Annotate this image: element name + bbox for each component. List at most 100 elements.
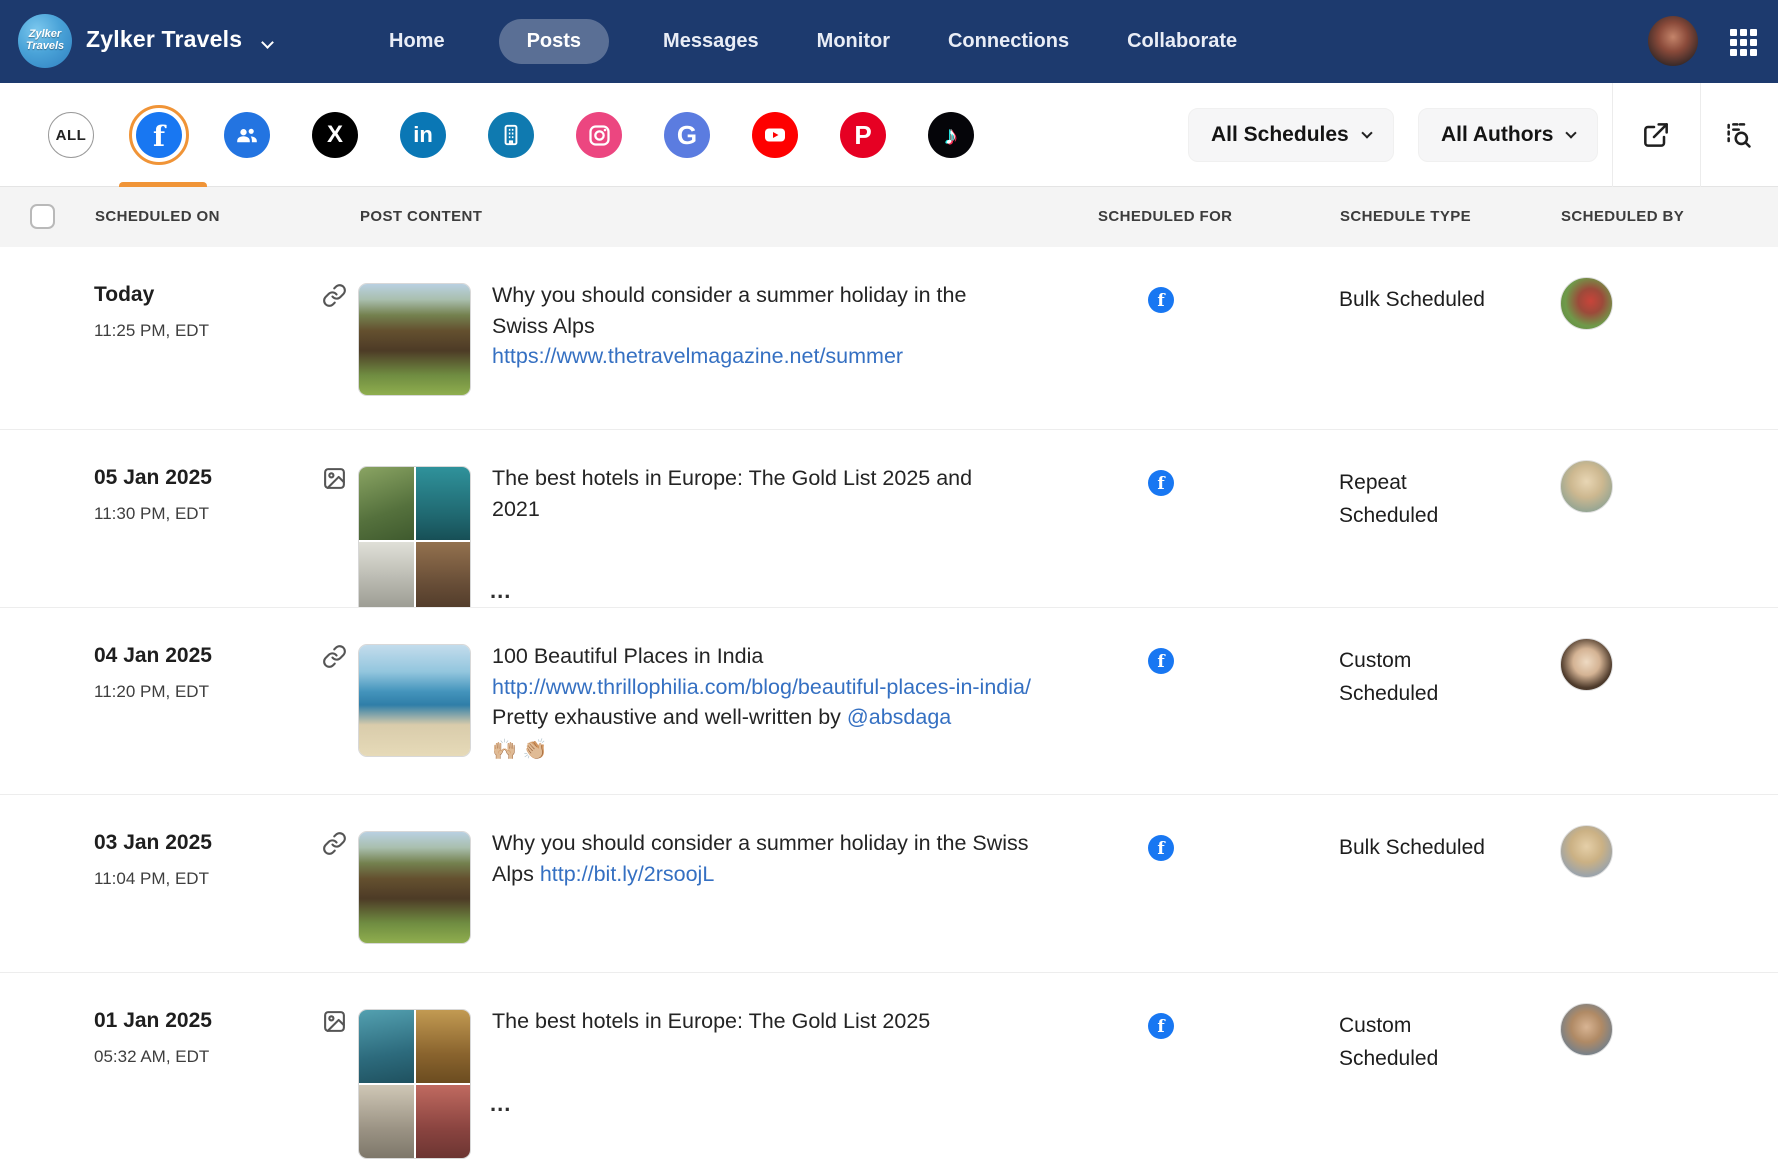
divider bbox=[1612, 83, 1613, 187]
main-nav: Home Posts Messages Monitor Connections … bbox=[385, 0, 1241, 83]
col-post-content: POST CONTENT bbox=[360, 208, 482, 225]
post-content[interactable]: Why you should consider a summer holiday… bbox=[492, 828, 1057, 889]
post-link[interactable]: http://bit.ly/2rsoojL bbox=[540, 862, 714, 886]
list-search-icon bbox=[1722, 119, 1754, 151]
nav-item-connections[interactable]: Connections bbox=[944, 19, 1073, 64]
table-row[interactable]: 03 Jan 2025 11:04 PM, EDT Why you should… bbox=[0, 794, 1778, 972]
google-business-icon[interactable]: G bbox=[664, 112, 710, 158]
post-thumbnail-collage[interactable] bbox=[358, 1009, 471, 1159]
select-all-checkbox[interactable] bbox=[30, 204, 55, 229]
brand-logo[interactable]: Zylker Travels bbox=[18, 14, 72, 68]
post-content[interactable]: The best hotels in Europe: The Gold List… bbox=[492, 463, 1012, 524]
user-avatar[interactable] bbox=[1648, 16, 1698, 66]
scheduled-time: 11:25 PM, EDT bbox=[94, 321, 209, 341]
post-thumbnail[interactable] bbox=[358, 283, 471, 396]
divider bbox=[1700, 83, 1701, 187]
schedule-type: Repeat Scheduled bbox=[1339, 467, 1491, 532]
post-link[interactable]: https://www.thetravelmagazine.net/summer bbox=[492, 344, 903, 368]
nav-item-monitor[interactable]: Monitor bbox=[813, 19, 894, 64]
post-link[interactable]: http://www.thrillophilia.com/blog/beauti… bbox=[492, 675, 1031, 699]
table-row[interactable]: 01 Jan 2025 05:32 AM, EDT The best hotel… bbox=[0, 972, 1778, 1151]
brand-logo-text-2: Travels bbox=[26, 41, 64, 53]
col-scheduled-by: SCHEDULED BY bbox=[1561, 208, 1684, 225]
schedule-type: Custom Scheduled bbox=[1339, 645, 1491, 710]
search-posts-button[interactable] bbox=[1722, 119, 1754, 151]
scheduled-by-avatar[interactable] bbox=[1560, 277, 1613, 330]
scheduled-date: 05 Jan 2025 bbox=[94, 466, 212, 490]
author-filter-dropdown[interactable]: All Authors bbox=[1418, 108, 1598, 162]
col-schedule-type: SCHEDULE TYPE bbox=[1340, 208, 1471, 225]
table-row[interactable]: 05 Jan 2025 11:30 PM, EDT The best hotel… bbox=[0, 429, 1778, 607]
building-icon bbox=[498, 122, 524, 148]
scheduled-date: 04 Jan 2025 bbox=[94, 644, 212, 668]
post-title: The best hotels in Europe: The Gold List… bbox=[492, 1009, 930, 1033]
post-mention[interactable]: @absdaga bbox=[847, 705, 951, 729]
post-emoji: 🙌🏼 👏🏼 bbox=[492, 736, 1040, 764]
scheduled-time: 11:30 PM, EDT bbox=[94, 504, 209, 524]
facebook-icon: f bbox=[1148, 835, 1174, 861]
schedule-type: Custom Scheduled bbox=[1339, 1010, 1491, 1075]
facebook-icon: f bbox=[1148, 287, 1174, 313]
apps-grid-icon[interactable] bbox=[1730, 29, 1757, 56]
facebook-group-icon[interactable] bbox=[224, 112, 270, 158]
facebook-icon[interactable]: f bbox=[136, 112, 182, 158]
share-icon bbox=[1640, 119, 1672, 151]
post-thumbnail[interactable] bbox=[358, 644, 471, 757]
scheduled-by-avatar[interactable] bbox=[1560, 460, 1613, 513]
play-icon bbox=[760, 120, 790, 150]
post-thumbnail[interactable] bbox=[358, 831, 471, 944]
instagram-icon[interactable] bbox=[576, 112, 622, 158]
table-row[interactable]: Today 11:25 PM, EDT Why you should consi… bbox=[0, 247, 1778, 429]
post-text: Pretty exhaustive and well-written by bbox=[492, 705, 841, 729]
nav-item-posts[interactable]: Posts bbox=[499, 19, 609, 64]
facebook-icon: f bbox=[1148, 1013, 1174, 1039]
scheduled-by-avatar[interactable] bbox=[1560, 1003, 1613, 1056]
chevron-down-icon bbox=[1361, 127, 1372, 138]
scheduled-time: 05:32 AM, EDT bbox=[94, 1047, 209, 1067]
table-header: SCHEDULED ON POST CONTENT SCHEDULED FOR … bbox=[0, 187, 1778, 247]
scheduled-date: 01 Jan 2025 bbox=[94, 1009, 212, 1033]
post-more-ellipsis[interactable]: ... bbox=[490, 1091, 511, 1117]
post-content[interactable]: The best hotels in Europe: The Gold List… bbox=[492, 1006, 1052, 1037]
scheduled-date: 03 Jan 2025 bbox=[94, 831, 212, 855]
brand-chevron-down-icon[interactable] bbox=[263, 34, 272, 52]
camera-icon bbox=[586, 122, 613, 149]
people-icon bbox=[233, 121, 261, 149]
schedule-filter-dropdown[interactable]: All Schedules bbox=[1188, 108, 1394, 162]
pinterest-icon[interactable]: P bbox=[840, 112, 886, 158]
brand-name[interactable]: Zylker Travels bbox=[86, 26, 242, 53]
post-title: The best hotels in Europe: The Gold List… bbox=[492, 466, 972, 521]
schedule-type: Bulk Scheduled bbox=[1339, 284, 1491, 317]
scheduled-by-avatar[interactable] bbox=[1560, 638, 1613, 691]
export-button[interactable] bbox=[1640, 119, 1672, 151]
x-twitter-icon[interactable]: X bbox=[312, 112, 358, 158]
filter-all-button[interactable]: ALL bbox=[48, 112, 94, 158]
col-scheduled-on: SCHEDULED ON bbox=[95, 208, 220, 225]
scheduled-time: 11:04 PM, EDT bbox=[94, 869, 209, 889]
schedule-type: Bulk Scheduled bbox=[1339, 832, 1491, 865]
post-thumbnail-collage[interactable] bbox=[358, 466, 471, 616]
post-content[interactable]: Why you should consider a summer holiday… bbox=[492, 280, 997, 372]
link-icon bbox=[322, 283, 347, 308]
scheduled-date: Today bbox=[94, 283, 154, 307]
linkedin-icon[interactable]: in bbox=[400, 112, 446, 158]
post-content[interactable]: 100 Beautiful Places in India http://www… bbox=[492, 641, 1040, 764]
post-title: 100 Beautiful Places in India bbox=[492, 644, 763, 668]
image-icon bbox=[322, 466, 347, 491]
image-icon bbox=[322, 1009, 347, 1034]
filter-facebook-selected-ring[interactable]: f bbox=[129, 105, 189, 165]
table-row[interactable]: 04 Jan 2025 11:20 PM, EDT 100 Beautiful … bbox=[0, 607, 1778, 794]
nav-item-messages[interactable]: Messages bbox=[659, 19, 763, 64]
nav-item-collaborate[interactable]: Collaborate bbox=[1123, 19, 1241, 64]
nav-item-home[interactable]: Home bbox=[385, 19, 449, 64]
post-more-ellipsis[interactable]: ... bbox=[490, 578, 511, 604]
tiktok-icon[interactable]: ♪ bbox=[928, 112, 974, 158]
scheduled-by-avatar[interactable] bbox=[1560, 825, 1613, 878]
linkedin-page-icon[interactable] bbox=[488, 112, 534, 158]
youtube-icon[interactable] bbox=[752, 112, 798, 158]
link-icon bbox=[322, 831, 347, 856]
post-title: Why you should consider a summer holiday… bbox=[492, 283, 966, 338]
network-filter-bar: ALL f X in G bbox=[0, 83, 1778, 187]
link-icon bbox=[322, 644, 347, 669]
facebook-icon: f bbox=[1148, 648, 1174, 674]
